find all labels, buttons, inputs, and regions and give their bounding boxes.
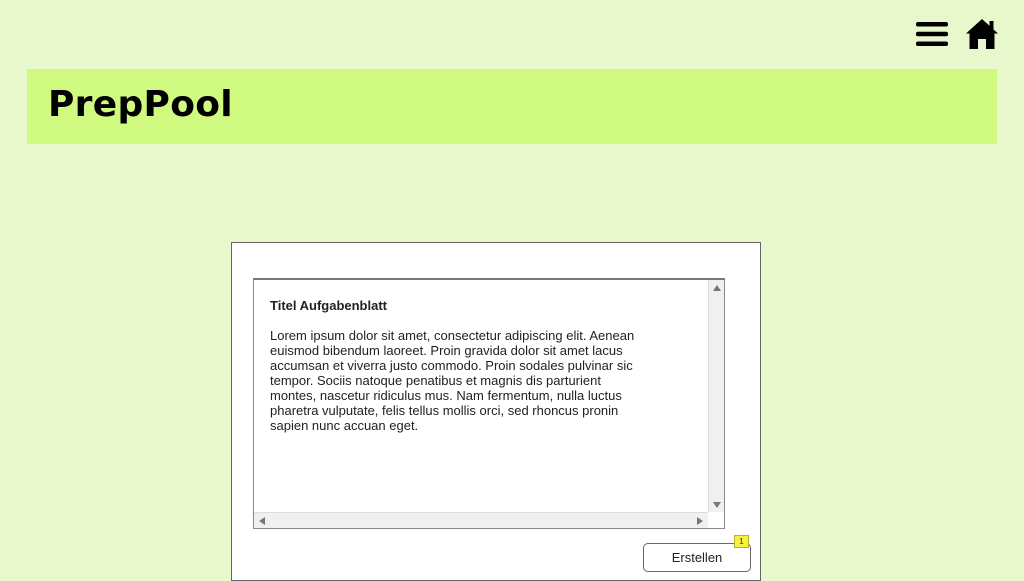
worksheet-title: Titel Aufgabenblatt xyxy=(270,298,387,313)
scroll-right-icon[interactable] xyxy=(697,517,703,525)
scroll-down-icon[interactable] xyxy=(713,502,721,508)
scrollbar-corner xyxy=(708,512,724,528)
scroll-up-icon[interactable] xyxy=(713,285,721,291)
app-header: PrepPool xyxy=(27,69,997,144)
home-icon[interactable] xyxy=(964,16,1000,52)
hamburger-menu-icon[interactable] xyxy=(914,16,950,52)
top-navigation xyxy=(914,16,1000,52)
worksheet-preview[interactable]: Titel Aufgabenblatt Lorem ipsum dolor si… xyxy=(253,278,725,529)
worksheet-content: Titel Aufgabenblatt Lorem ipsum dolor si… xyxy=(270,298,650,433)
worksheet-body-text: Lorem ipsum dolor sit amet, consectetur … xyxy=(270,328,635,433)
vertical-scrollbar[interactable] xyxy=(708,280,724,513)
annotation-badge: 1 xyxy=(734,535,749,548)
app-title: PrepPool xyxy=(48,84,233,125)
horizontal-scrollbar[interactable] xyxy=(254,512,708,528)
worksheet-dialog: Titel Aufgabenblatt Lorem ipsum dolor si… xyxy=(231,242,761,581)
scroll-left-icon[interactable] xyxy=(259,517,265,525)
